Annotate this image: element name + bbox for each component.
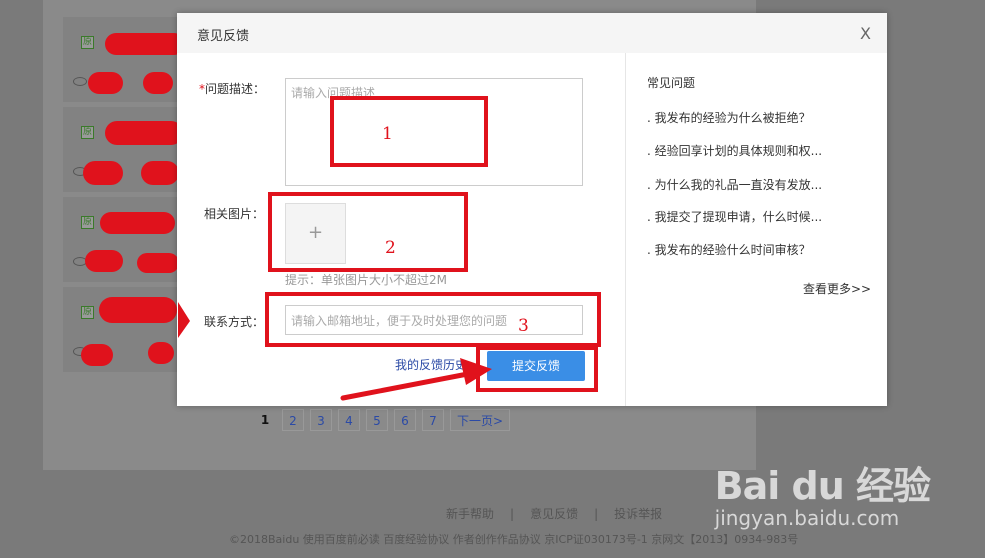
annotation-arrow — [340, 358, 492, 401]
annotation-pointer — [178, 302, 190, 338]
annotation-arrow-layer — [178, 302, 492, 401]
